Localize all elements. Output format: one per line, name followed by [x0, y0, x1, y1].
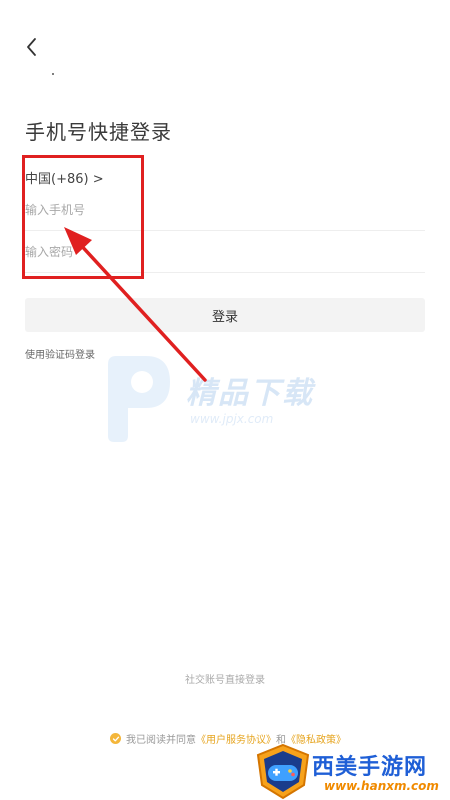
check-icon [112, 736, 119, 741]
agreement-prefix: 我已阅读并同意 [126, 735, 196, 746]
corner-watermark-url: www.hanxm.com [324, 779, 439, 793]
watermark-brand-text: 精品下载 [186, 376, 314, 411]
social-login-label[interactable]: 社交账号直接登录 [0, 671, 450, 686]
status-dot [52, 73, 54, 75]
corner-watermark: 西美手游网 www.hanxm.com [254, 743, 450, 800]
sms-login-link[interactable]: 使用验证码登录 [25, 346, 95, 361]
login-button[interactable]: 登录 [25, 298, 425, 332]
page-title: 手机号快捷登录 [25, 120, 172, 144]
annotation-highlight-box [22, 155, 144, 279]
gamepad-shield-icon [256, 743, 310, 800]
agreement-checkbox[interactable] [110, 733, 121, 744]
watermark-logo-icon [108, 356, 170, 442]
center-watermark: 精品下载 www.jpjx.com [98, 352, 358, 444]
watermark-url-text: www.jpjx.com [190, 412, 274, 426]
chevron-left-icon [27, 38, 36, 56]
corner-watermark-brand: 西美手游网 [312, 755, 428, 780]
back-button[interactable] [20, 34, 44, 60]
